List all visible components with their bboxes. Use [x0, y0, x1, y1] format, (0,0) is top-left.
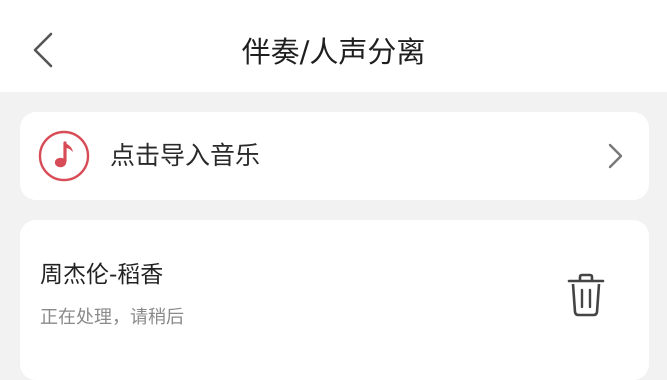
trash-icon	[567, 273, 605, 317]
import-music-label: 点击导入音乐	[110, 141, 261, 170]
import-music-card[interactable]: 点击导入音乐	[20, 112, 649, 200]
page-title: 伴奏/人声分离	[241, 35, 426, 69]
task-card: 周杰伦-稻香 正在处理，请稍后	[20, 220, 649, 380]
processing-status: 正在处理，请稍后	[40, 307, 184, 328]
app-header: 伴奏/人声分离	[0, 0, 667, 92]
delete-button[interactable]	[565, 272, 607, 318]
chevron-right-icon	[605, 142, 625, 170]
track-title: 周杰伦-稻香	[40, 262, 164, 288]
music-note-icon	[38, 130, 90, 182]
